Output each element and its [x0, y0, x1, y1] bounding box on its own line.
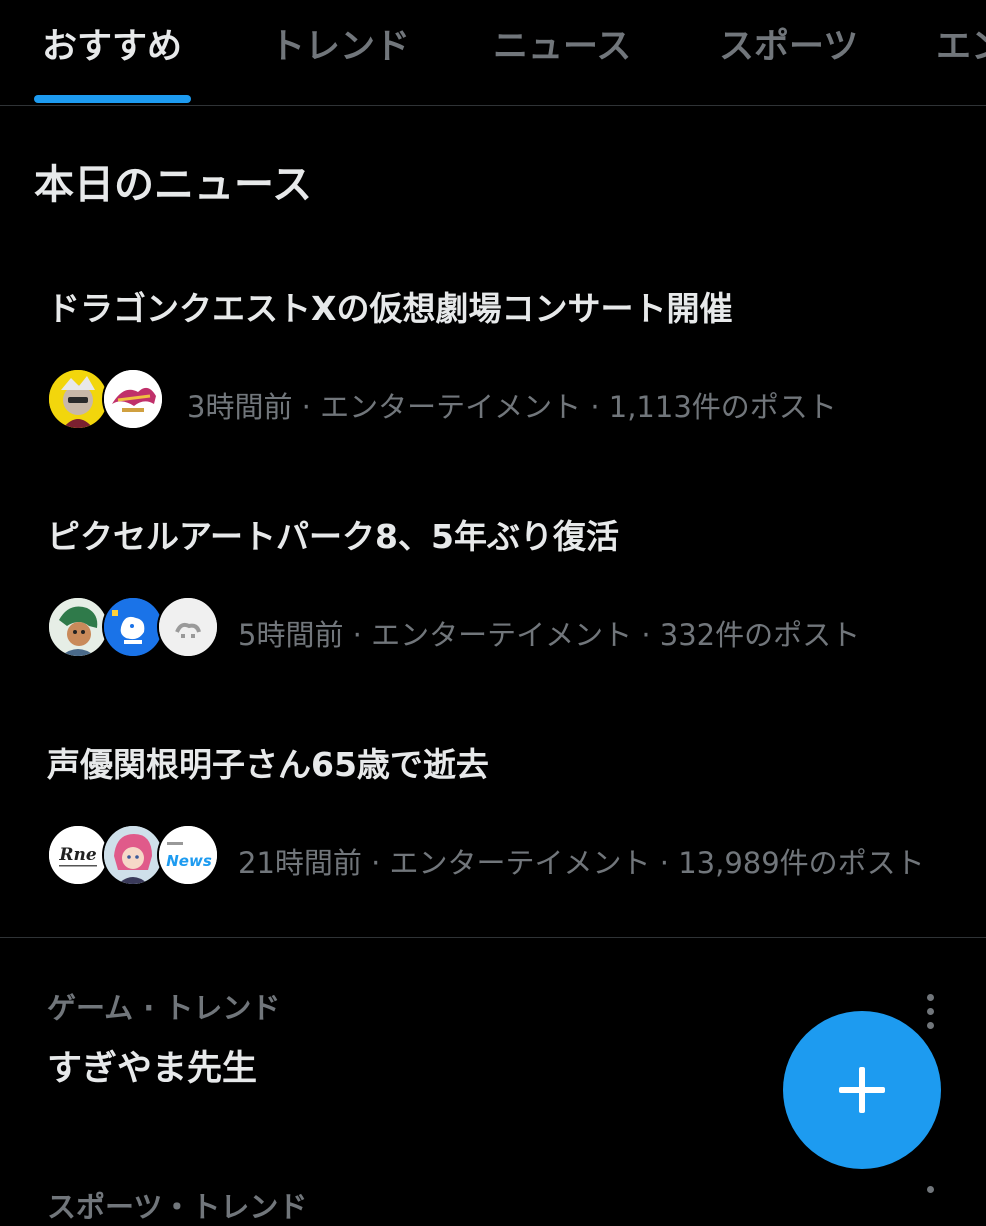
trend-category: ゲーム · トレンド	[47, 991, 281, 1025]
tab-sports[interactable]: スポーツ	[719, 18, 858, 69]
avatar	[102, 368, 164, 430]
news-meta: 21時間前 · エンターテイメント · 13,989件のポスト	[238, 846, 925, 880]
avatar	[102, 824, 164, 886]
explore-tabs: おすすめ トレンド ニュース スポーツ エン	[0, 0, 986, 106]
tab-news[interactable]: ニュース	[493, 18, 631, 69]
tab-trending[interactable]: トレンド	[270, 18, 410, 69]
news-item[interactable]: ドラゴンクエストXの仮想劇場コンサート開催 3時間前 · エンターテイメント ·…	[0, 282, 986, 432]
active-tab-indicator	[34, 95, 191, 103]
compose-button[interactable]	[783, 1011, 941, 1169]
trend-name[interactable]: すぎやま先生	[47, 1040, 257, 1091]
avatar: News	[157, 824, 219, 886]
section-divider	[0, 937, 986, 938]
avatar-logo-text: Rne	[58, 845, 96, 865]
plus-icon	[839, 1067, 885, 1113]
trend-category: スポーツ・トレンド	[47, 1190, 308, 1224]
avatar	[47, 368, 109, 430]
tab-entertainment[interactable]: エン	[936, 18, 986, 69]
news-headline[interactable]: ピクセルアートパーク8、5年ぶり復活	[47, 510, 619, 558]
avatar	[102, 596, 164, 658]
avatar	[47, 596, 109, 658]
news-item[interactable]: 声優関根明子さん65歳で逝去 Rne News 21時間前 · エンターテイメン…	[0, 738, 986, 888]
news-item[interactable]: ピクセルアートパーク8、5年ぶり復活 5時間前 · エンターテイメント · 33…	[0, 510, 986, 660]
more-options-icon[interactable]	[915, 1182, 945, 1226]
news-meta: 5時間前 · エンターテイメント · 332件のポスト	[238, 618, 861, 652]
news-headline[interactable]: ドラゴンクエストXの仮想劇場コンサート開催	[47, 282, 732, 330]
tab-for-you[interactable]: おすすめ	[42, 18, 182, 69]
section-title: 本日のニュース	[34, 162, 312, 208]
avatar-logo-text: News	[166, 852, 212, 870]
news-headline[interactable]: 声優関根明子さん65歳で逝去	[47, 738, 489, 786]
avatar	[157, 596, 219, 658]
news-meta: 3時間前 · エンターテイメント · 1,113件のポスト	[187, 390, 837, 424]
avatar: Rne	[47, 824, 109, 886]
